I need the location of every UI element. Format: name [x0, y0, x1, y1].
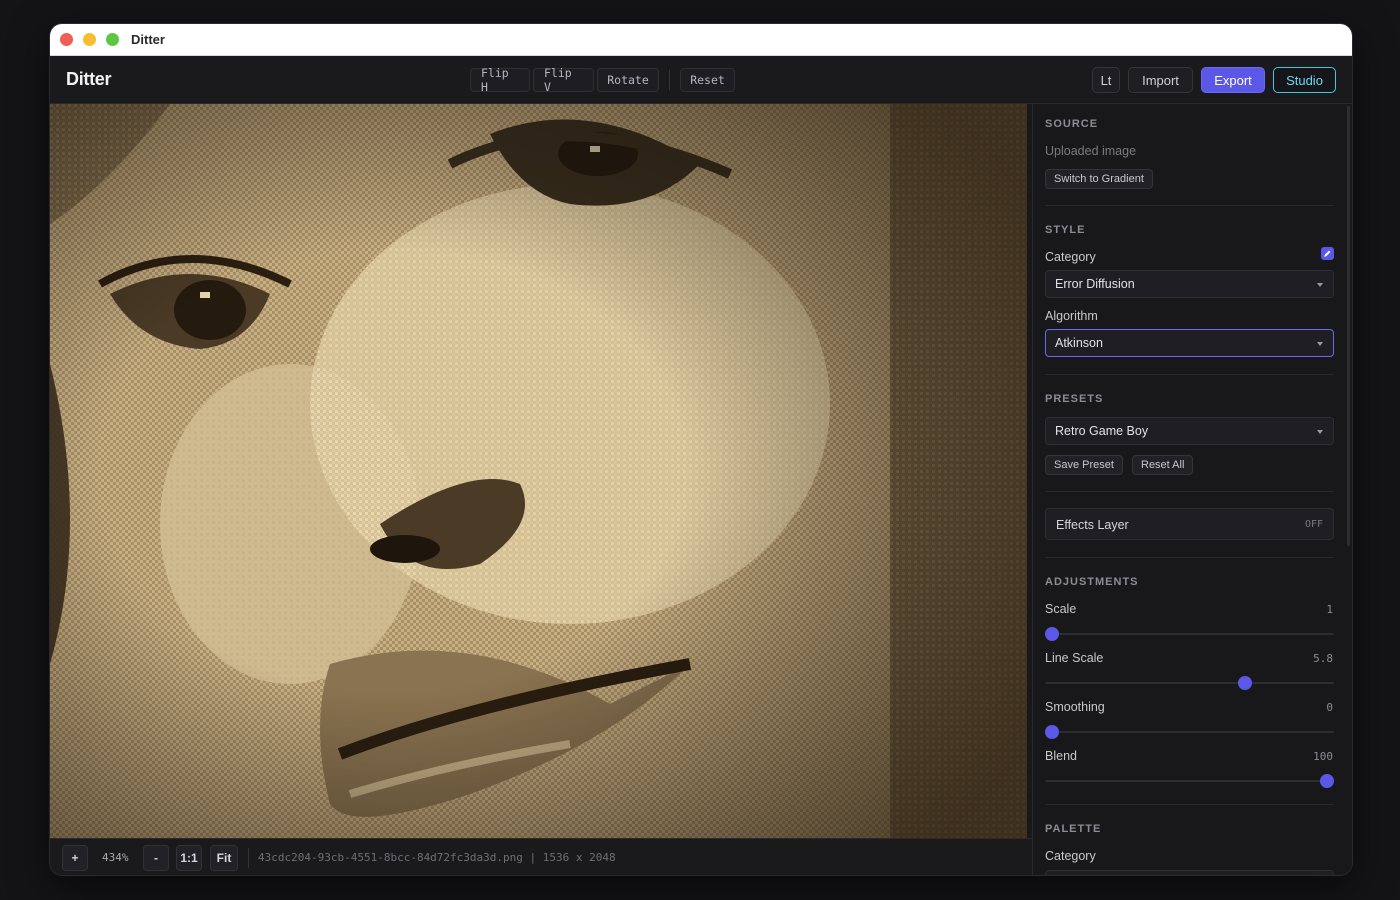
window-title: Ditter — [131, 32, 165, 47]
line-scale-value: 5.8 — [1313, 652, 1333, 665]
algorithm-select[interactable]: Atkinson — [1045, 329, 1334, 357]
zoom-out-button[interactable]: - — [143, 845, 169, 871]
chevron-down-icon — [1317, 342, 1323, 346]
theme-toggle-button[interactable]: Lt — [1092, 67, 1120, 93]
blend-label: Blend — [1045, 749, 1077, 763]
smoothing-label: Smoothing — [1045, 700, 1105, 714]
file-info: 43cdc204-93cb-4551-8bcc-84d72fc3da3d.png… — [258, 851, 616, 864]
studio-button[interactable]: Studio — [1273, 67, 1336, 93]
image-canvas[interactable] — [50, 104, 1027, 838]
palette-category-label: Category — [1045, 849, 1096, 863]
flip-h-button[interactable]: Flip H — [470, 66, 530, 94]
preset-value: Retro Game Boy — [1055, 424, 1149, 438]
flip-v-button[interactable]: Flip V — [533, 66, 594, 94]
style-heading: STYLE — [1045, 224, 1086, 236]
scale-label: Scale — [1045, 602, 1077, 616]
style-category-value: Error Diffusion — [1055, 277, 1135, 291]
effects-layer-state: OFF — [1304, 519, 1323, 530]
algorithm-value: Atkinson — [1055, 336, 1103, 350]
chevron-down-icon — [1317, 283, 1323, 287]
slider-thumb[interactable] — [1045, 725, 1059, 739]
source-value: Uploaded image — [1045, 144, 1137, 158]
save-preset-button[interactable]: Save Preset — [1045, 455, 1123, 475]
section-divider — [1045, 491, 1333, 492]
blend-slider[interactable] — [1045, 774, 1334, 788]
palette-heading: PALETTE — [1045, 823, 1102, 835]
section-divider — [1045, 557, 1333, 558]
edit-icon[interactable] — [1321, 247, 1334, 260]
panel-scrollbar[interactable] — [1347, 106, 1350, 546]
effects-layer-label: Effects Layer — [1056, 518, 1129, 532]
style-category-select[interactable]: Error Diffusion — [1045, 270, 1334, 298]
zoom-in-button[interactable]: + — [62, 845, 88, 871]
rotate-button[interactable]: Rotate — [597, 68, 659, 92]
scale-slider[interactable] — [1045, 627, 1334, 641]
palette-category-select[interactable] — [1045, 870, 1334, 875]
export-button[interactable]: Export — [1201, 67, 1265, 93]
actual-size-button[interactable]: 1:1 — [176, 845, 202, 871]
source-heading: SOURCE — [1045, 118, 1099, 130]
slider-thumb[interactable] — [1237, 676, 1252, 690]
zoom-level: 434% — [102, 851, 129, 864]
fit-button[interactable]: Fit — [210, 845, 238, 871]
chevron-down-icon — [1317, 430, 1323, 434]
maximize-window-button[interactable] — [106, 33, 119, 46]
section-divider — [1045, 205, 1333, 206]
presets-heading: PRESETS — [1045, 393, 1104, 405]
smoothing-slider[interactable] — [1045, 725, 1334, 739]
import-button[interactable]: Import — [1128, 67, 1193, 93]
reset-button[interactable]: Reset — [680, 68, 735, 92]
adjustments-heading: ADJUSTMENTS — [1045, 576, 1139, 588]
scale-value: 1 — [1326, 603, 1333, 616]
style-category-label: Category — [1045, 250, 1096, 264]
section-divider — [1045, 374, 1333, 375]
section-divider — [1045, 804, 1333, 805]
line-scale-label: Line Scale — [1045, 651, 1104, 665]
line-scale-slider[interactable] — [1045, 676, 1334, 690]
preset-select[interactable]: Retro Game Boy — [1045, 417, 1334, 445]
toolbar-divider — [669, 70, 670, 90]
status-bar: + 434% - 1:1 Fit 43cdc204-93cb-4551-8bcc… — [50, 838, 1032, 875]
close-window-button[interactable] — [60, 33, 73, 46]
minimize-window-button[interactable] — [83, 33, 96, 46]
blend-value: 100 — [1313, 750, 1333, 763]
toolbar: Ditter Flip H Flip V Rotate Reset Lt Imp… — [50, 56, 1352, 104]
app-brand: Ditter — [66, 69, 112, 89]
smoothing-value: 0 — [1326, 701, 1333, 714]
title-bar: Ditter — [50, 24, 1352, 56]
effects-layer-toggle[interactable]: Effects Layer OFF — [1045, 508, 1334, 540]
algorithm-label: Algorithm — [1045, 309, 1098, 323]
slider-thumb[interactable] — [1320, 774, 1334, 788]
reset-all-button[interactable]: Reset All — [1132, 455, 1194, 475]
app-window: Ditter Ditter Flip H Flip V Rotate Reset… — [50, 24, 1352, 875]
status-divider — [248, 848, 249, 868]
dithered-preview-image — [50, 104, 1027, 838]
switch-to-gradient-button[interactable]: Switch to Gradient — [1045, 169, 1153, 189]
settings-panel: SOURCE Uploaded image Switch to Gradient… — [1032, 104, 1352, 875]
slider-thumb[interactable] — [1045, 627, 1059, 641]
